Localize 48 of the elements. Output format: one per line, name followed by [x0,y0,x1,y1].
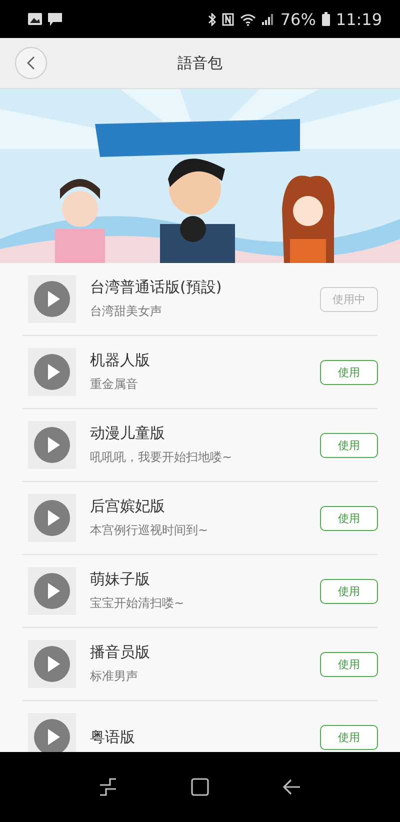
voice-pack-title: 动漫儿童版 [90,424,166,443]
image-notification-icon [28,13,42,25]
use-button[interactable]: 使用 [320,652,378,676]
voice-pack-description: 台湾甜美女声 [90,303,163,320]
play-icon [34,719,70,752]
voice-pack-thumbnail[interactable] [28,713,76,752]
page-title: 語音包 [178,54,222,72]
voice-pack-thumbnail[interactable] [28,567,76,615]
use-button[interactable]: 使用 [320,432,378,458]
play-icon [34,646,70,682]
clock-time: 11:19 [336,10,382,28]
voice-pack-title: 萌妹子版 [90,570,151,589]
back-chevron-icon [26,56,36,70]
voice-pack-description: 重金属音 [90,376,139,393]
home-icon[interactable] [191,778,209,796]
voice-pack-description: 吼吼吼，我要开始扫地喽~ [90,449,234,466]
voice-pack-title: 粤语版 [90,728,136,746]
voice-pack-thumbnail[interactable] [28,640,76,688]
voice-pack-title: 后宫嫔妃版 [90,497,166,516]
bluetooth-icon [208,12,216,26]
play-icon [34,500,70,536]
voice-pack-thumbnail[interactable] [28,421,76,469]
use-button[interactable]: 使用 [320,724,378,750]
play-icon [34,427,70,463]
nfc-icon [222,12,234,26]
voice-pack-thumbnail[interactable] [28,275,76,323]
signal-icon [262,13,274,25]
voice-pack-description: 宝宝开始清扫喽~ [90,595,186,612]
message-notification-icon [48,12,62,26]
voice-pack-description: 标准男声 [90,668,139,685]
use-button[interactable]: 使用 [320,360,378,384]
recent-apps-icon[interactable] [99,778,117,796]
battery-percentage: 76% [280,10,316,28]
use-button[interactable]: 使用 [320,578,378,604]
play-icon [34,354,70,390]
voice-pack-title: 播音员版 [90,643,151,662]
play-icon [34,281,70,317]
use-button[interactable]: 使用 [320,506,378,530]
wifi-icon [240,12,256,26]
back-button[interactable] [15,47,47,79]
back-arrow-icon[interactable] [283,779,301,795]
voice-pack-thumbnail[interactable] [28,494,76,542]
play-icon [34,573,70,609]
voice-pack-title: 机器人版 [90,351,151,370]
battery-icon [322,12,330,26]
voice-pack-description: 本宫例行巡视时间到~ [90,522,210,539]
voice-pack-title: 台湾普通话版(預設) [90,278,223,297]
voice-pack-thumbnail[interactable] [28,348,76,396]
